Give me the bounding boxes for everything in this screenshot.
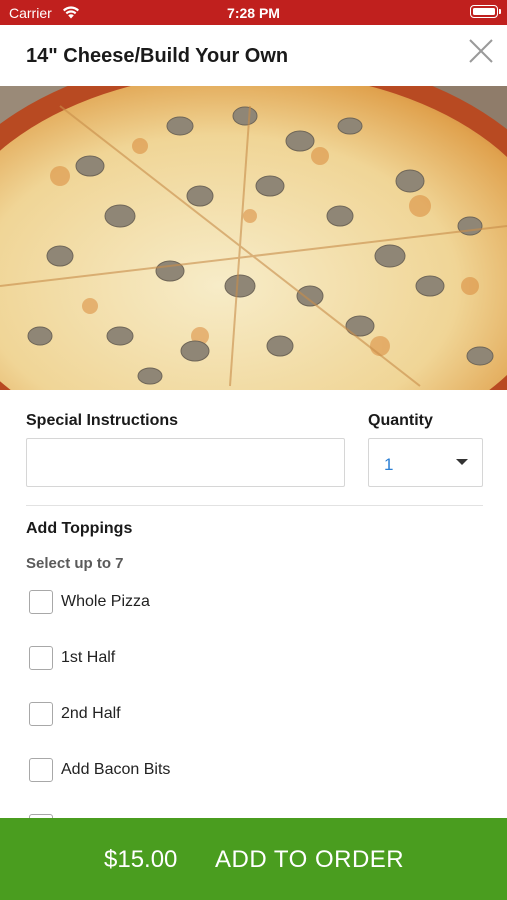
topping-option-whole-pizza[interactable]: Whole Pizza bbox=[29, 588, 329, 616]
add-to-order-label: ADD TO ORDER bbox=[215, 846, 405, 873]
quantity-label: Quantity bbox=[368, 412, 433, 429]
toppings-title: Add Toppings bbox=[26, 520, 133, 537]
clock: 7:28 PM bbox=[227, 5, 280, 21]
caret-down-icon bbox=[456, 459, 468, 465]
quantity-select[interactable]: 1 bbox=[368, 438, 483, 487]
topping-option-add-bacon-bits[interactable]: Add Bacon Bits bbox=[29, 756, 329, 784]
topping-option-label: Whole Pizza bbox=[61, 593, 150, 610]
status-bar: Carrier 7:28 PM bbox=[0, 0, 507, 25]
quantity-value: 1 bbox=[384, 455, 394, 474]
checkbox[interactable] bbox=[29, 646, 53, 670]
topping-option-2nd-half[interactable]: 2nd Half bbox=[29, 700, 329, 728]
topping-option-1st-half[interactable]: 1st Half bbox=[29, 644, 329, 672]
close-icon[interactable] bbox=[466, 36, 496, 66]
topping-option-label: 2nd Half bbox=[61, 705, 121, 722]
battery-icon bbox=[470, 5, 501, 18]
order-price: $15.00 bbox=[104, 846, 178, 873]
special-instructions-label: Special Instructions bbox=[26, 412, 179, 429]
topping-option-label: 1st Half bbox=[61, 649, 116, 666]
item-title: 14" Cheese/Build Your Own bbox=[26, 45, 289, 67]
checkbox[interactable] bbox=[29, 758, 53, 782]
add-to-order-button[interactable]: $15.00 ADD TO ORDER bbox=[0, 818, 507, 900]
topping-option-label: Add Bacon Bits bbox=[61, 761, 171, 778]
special-instructions-input[interactable] bbox=[26, 438, 345, 487]
pizza-photo bbox=[0, 86, 507, 390]
divider bbox=[26, 505, 483, 506]
checkbox[interactable] bbox=[29, 590, 53, 614]
toppings-subtitle: Select up to 7 bbox=[26, 555, 124, 572]
checkbox[interactable] bbox=[29, 702, 53, 726]
